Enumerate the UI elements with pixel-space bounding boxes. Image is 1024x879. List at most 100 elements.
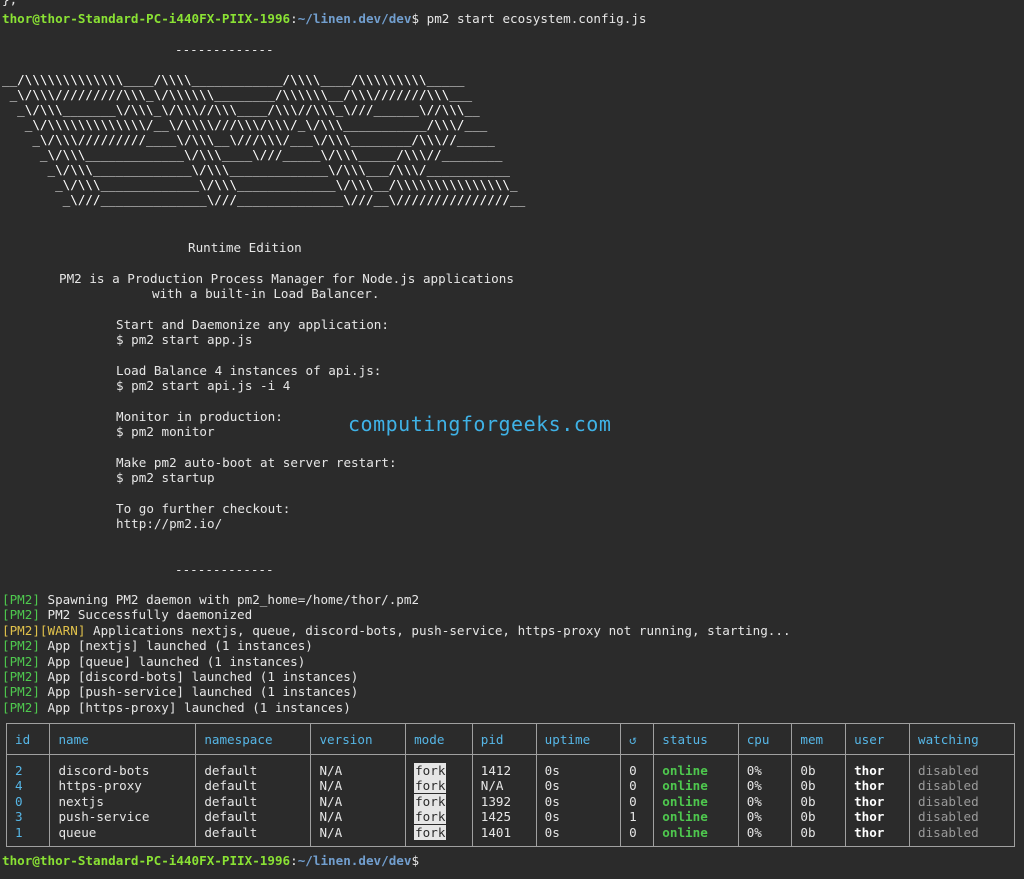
ascii-line: _\///______________\///______________\//…: [2, 192, 526, 207]
ascii-line: _\/\\\/////////\\\_\/\\\\\\________/\\\\…: [2, 87, 473, 102]
log-line: [PM2] Spawning PM2 daemon with pm2_home=…: [2, 592, 419, 607]
table-cell-user: thor: [845, 809, 910, 825]
process-table: id name namespace version mode pid uptime ↺ stat…: [5, 723, 1015, 848]
table-cell-name: push-service: [49, 809, 197, 825]
pm2-ascii-logo: __/\\\\\\\\\\\\\____/\\\\____________/\\…: [2, 72, 525, 207]
prompt-path: ~/linen.dev/dev: [297, 853, 412, 868]
table-cell-name: queue: [49, 824, 197, 848]
spacer-cell: [845, 754, 910, 763]
ascii-line: _\/\\\_____________\/\\\_____________\/\…: [2, 177, 518, 192]
log-tag: [PM2]: [2, 669, 40, 684]
table-cell-user: thor: [845, 763, 910, 779]
table-cell-namespace: default: [195, 809, 312, 825]
command-line: thor@thor-Standard-PC-i440FX-PIIX-1996:~…: [2, 11, 647, 26]
tip-checkout: To go further checkout:: [116, 501, 291, 516]
mode-badge: fork: [414, 778, 447, 794]
spacer-cell: [791, 754, 847, 763]
table-cell-id: 4: [5, 778, 51, 794]
prompt-dollar: $: [411, 11, 420, 26]
tip-load-balance: Load Balance 4 instances of api.js:: [116, 363, 382, 378]
table-cell-name: https-proxy: [49, 778, 197, 794]
table-cell-name: discord-bots: [49, 763, 197, 779]
ascii-line: _\/\\\_______\/\\\_\/\\\//\\\____/\\\//\…: [2, 102, 480, 117]
table-cell-user: thor: [845, 793, 910, 810]
table-cell-watching: disabled: [909, 809, 1015, 825]
column-header: version: [310, 723, 407, 755]
log-line: [PM2] App [discord-bots] launched (1 ins…: [2, 669, 358, 684]
ascii-line: __/\\\\\\\\\\\\\____/\\\\____________/\\…: [2, 72, 465, 87]
log-line: [PM2] App [https-proxy] launched (1 inst…: [2, 700, 351, 715]
table-cell-cpu: 0%: [737, 763, 793, 779]
log-tag: [PM2][WARN]: [2, 622, 86, 638]
column-header: ↺: [620, 723, 655, 755]
table-cell-restarts: 0: [620, 778, 655, 794]
spacer-cell: [5, 754, 51, 763]
column-header: mem: [791, 723, 847, 755]
table-cell-restarts: 0: [620, 763, 655, 779]
column-header: uptime: [535, 723, 622, 755]
table-cell-restarts: 0: [620, 793, 655, 810]
table-cell-status: online: [653, 824, 739, 848]
table-cell-cpu: 0%: [737, 778, 793, 794]
table-cell-mode: fork: [405, 763, 473, 779]
column-header: cpu: [737, 723, 793, 755]
table-cell-pid: 1412: [471, 763, 537, 779]
log-text: App [https-proxy] launched (1 instances): [39, 699, 351, 715]
banner-description-2: with a built-in Load Balancer.: [152, 286, 380, 301]
table-cell-restarts: 0: [620, 824, 655, 848]
spacer-cell: [909, 754, 1015, 763]
watermark-text: computingforgeeks.com: [348, 412, 612, 436]
table-cell-cpu: 0%: [737, 793, 793, 810]
tip-startup: Make pm2 auto-boot at server restart:: [116, 455, 397, 470]
spacer-cell: [405, 754, 473, 763]
table-cell-uptime: 0s: [535, 763, 622, 779]
column-header: name: [49, 723, 197, 755]
prompt-user-host: thor@thor-Standard-PC-i440FX-PIIX-1996: [2, 11, 291, 26]
log-text: App [push-service] launched (1 instances…: [39, 684, 359, 700]
column-header: user: [845, 723, 910, 755]
spacer-cell: [310, 754, 407, 763]
table-cell-mode: fork: [405, 809, 473, 825]
log-tag: [PM2]: [2, 592, 40, 607]
prompt-path: ~/linen.dev/dev: [297, 11, 412, 26]
table-cell-version: N/A: [310, 824, 407, 848]
column-header: namespace: [195, 723, 312, 755]
log-text: App [queue] launched (1 instances): [39, 653, 306, 669]
prompt-colon: :: [290, 853, 298, 868]
table-cell-version: N/A: [310, 763, 407, 779]
prompt-user-host: thor@thor-Standard-PC-i440FX-PIIX-1996: [2, 853, 291, 868]
table-cell-user: thor: [845, 824, 910, 848]
table-cell-id: 3: [5, 809, 51, 825]
log-tag: [PM2]: [2, 699, 40, 715]
table-cell-uptime: 0s: [535, 809, 622, 825]
table-cell-id: 1: [5, 824, 51, 848]
log-text: PM2 Successfully daemonized: [39, 607, 253, 623]
table-cell-status: online: [653, 778, 739, 794]
spacer-cell: [471, 754, 537, 763]
ascii-line: _\/\\\_____________\/\\\_____________\/\…: [2, 162, 510, 177]
table-cell-uptime: 0s: [535, 778, 622, 794]
log-line: [PM2][WARN] Applications nextjs, queue, …: [2, 623, 791, 638]
log-line: [PM2] App [nextjs] launched (1 instances…: [2, 638, 313, 653]
log-line: [PM2] App [queue] launched (1 instances): [2, 654, 305, 669]
table-cell-version: N/A: [310, 793, 407, 810]
tip-start: Start and Daemonize any application:: [116, 317, 389, 332]
table-cell-status: online: [653, 763, 739, 779]
table-cell-user: thor: [845, 778, 910, 794]
log-text: App [discord-bots] launched (1 instances…: [39, 669, 359, 684]
cmd-start: $ pm2 start app.js: [116, 332, 253, 347]
table-row: 0 nextjs default N/A fork 1392 0s 0 online 0% 0b th…: [5, 793, 1015, 810]
spacer-cell: [620, 754, 655, 763]
table-spacer: [5, 754, 1015, 763]
table-cell-watching: disabled: [909, 824, 1015, 848]
ascii-line: _\/\\\/////////____\/\\\__\///\\\/___\/\…: [2, 132, 495, 147]
table-cell-pid: 1392: [471, 793, 537, 810]
table-cell-cpu: 0%: [737, 809, 793, 825]
final-prompt: thor@thor-Standard-PC-i440FX-PIIX-1996:~…: [2, 853, 419, 868]
cmd-startup: $ pm2 startup: [116, 470, 215, 485]
prompt-colon: :: [290, 11, 298, 26]
table-row: 3 push-service default N/A fork 1425 0s 1 online…: [5, 809, 1015, 825]
table-row: 1 queue default N/A fork 1401 0s 0 online 0% 0b tho…: [5, 824, 1015, 848]
table-cell-mode: fork: [405, 824, 473, 848]
mode-badge: fork: [414, 809, 447, 825]
